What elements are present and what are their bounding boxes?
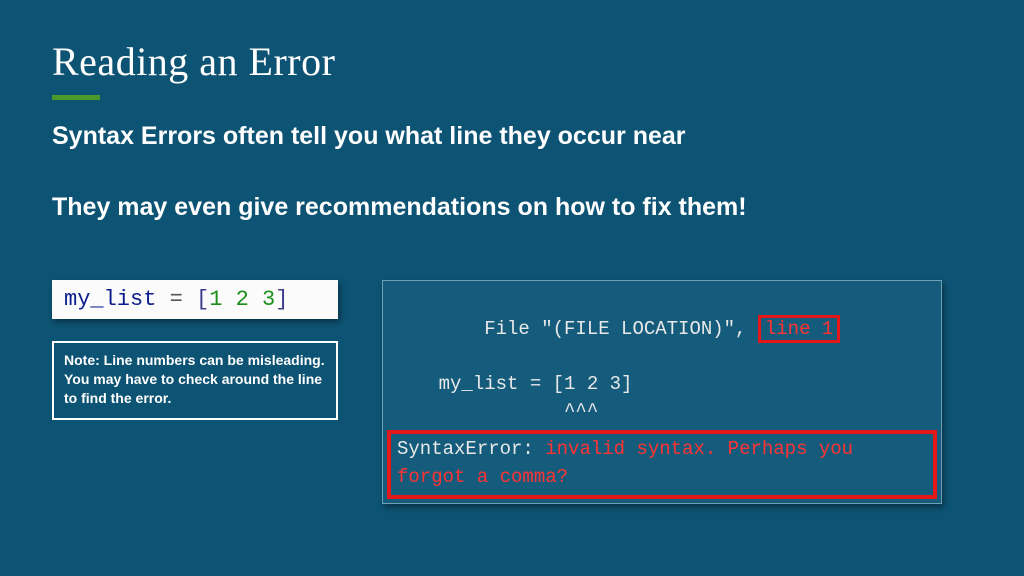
code-space xyxy=(249,287,262,312)
error-caret-line: ^^^ xyxy=(393,398,931,426)
code-token-name: my_list xyxy=(64,287,156,312)
subtitle-1: Syntax Errors often tell you what line t… xyxy=(52,122,972,151)
title-underline xyxy=(52,95,100,100)
error-message-highlight: SyntaxError: invalid syntax. Perhaps you… xyxy=(387,430,937,499)
note-line-2: You may have to check around the line to… xyxy=(64,370,326,408)
subtitle-2: They may even give recommendations on ho… xyxy=(52,193,972,222)
error-file-prefix: File "(FILE LOCATION)", xyxy=(484,318,758,340)
code-token-rbracket: ] xyxy=(275,287,288,312)
code-token-num1: 1 xyxy=(209,287,222,312)
error-file-line: File "(FILE LOCATION)", line 1 xyxy=(393,287,931,371)
right-column: File "(FILE LOCATION)", line 1 my_list =… xyxy=(382,280,942,504)
code-space xyxy=(222,287,235,312)
error-output: File "(FILE LOCATION)", line 1 my_list =… xyxy=(382,280,942,504)
slide-title: Reading an Error xyxy=(52,38,972,85)
code-token-num3: 3 xyxy=(262,287,275,312)
code-token-lbracket: [ xyxy=(196,287,209,312)
note-box: Note: Line numbers can be misleading. Yo… xyxy=(52,341,338,420)
content-row: my_list = [1 2 3] Note: Line numbers can… xyxy=(52,280,972,504)
error-label: SyntaxError: xyxy=(397,438,545,460)
note-line-1: Note: Line numbers can be misleading. xyxy=(64,351,326,370)
error-line-highlight: line 1 xyxy=(758,315,840,344)
error-code-line: my_list = [1 2 3] xyxy=(393,371,931,399)
left-column: my_list = [1 2 3] Note: Line numbers can… xyxy=(52,280,338,420)
code-snippet: my_list = [1 2 3] xyxy=(52,280,338,319)
code-token-num2: 2 xyxy=(236,287,249,312)
code-token-eq: = xyxy=(156,287,196,312)
